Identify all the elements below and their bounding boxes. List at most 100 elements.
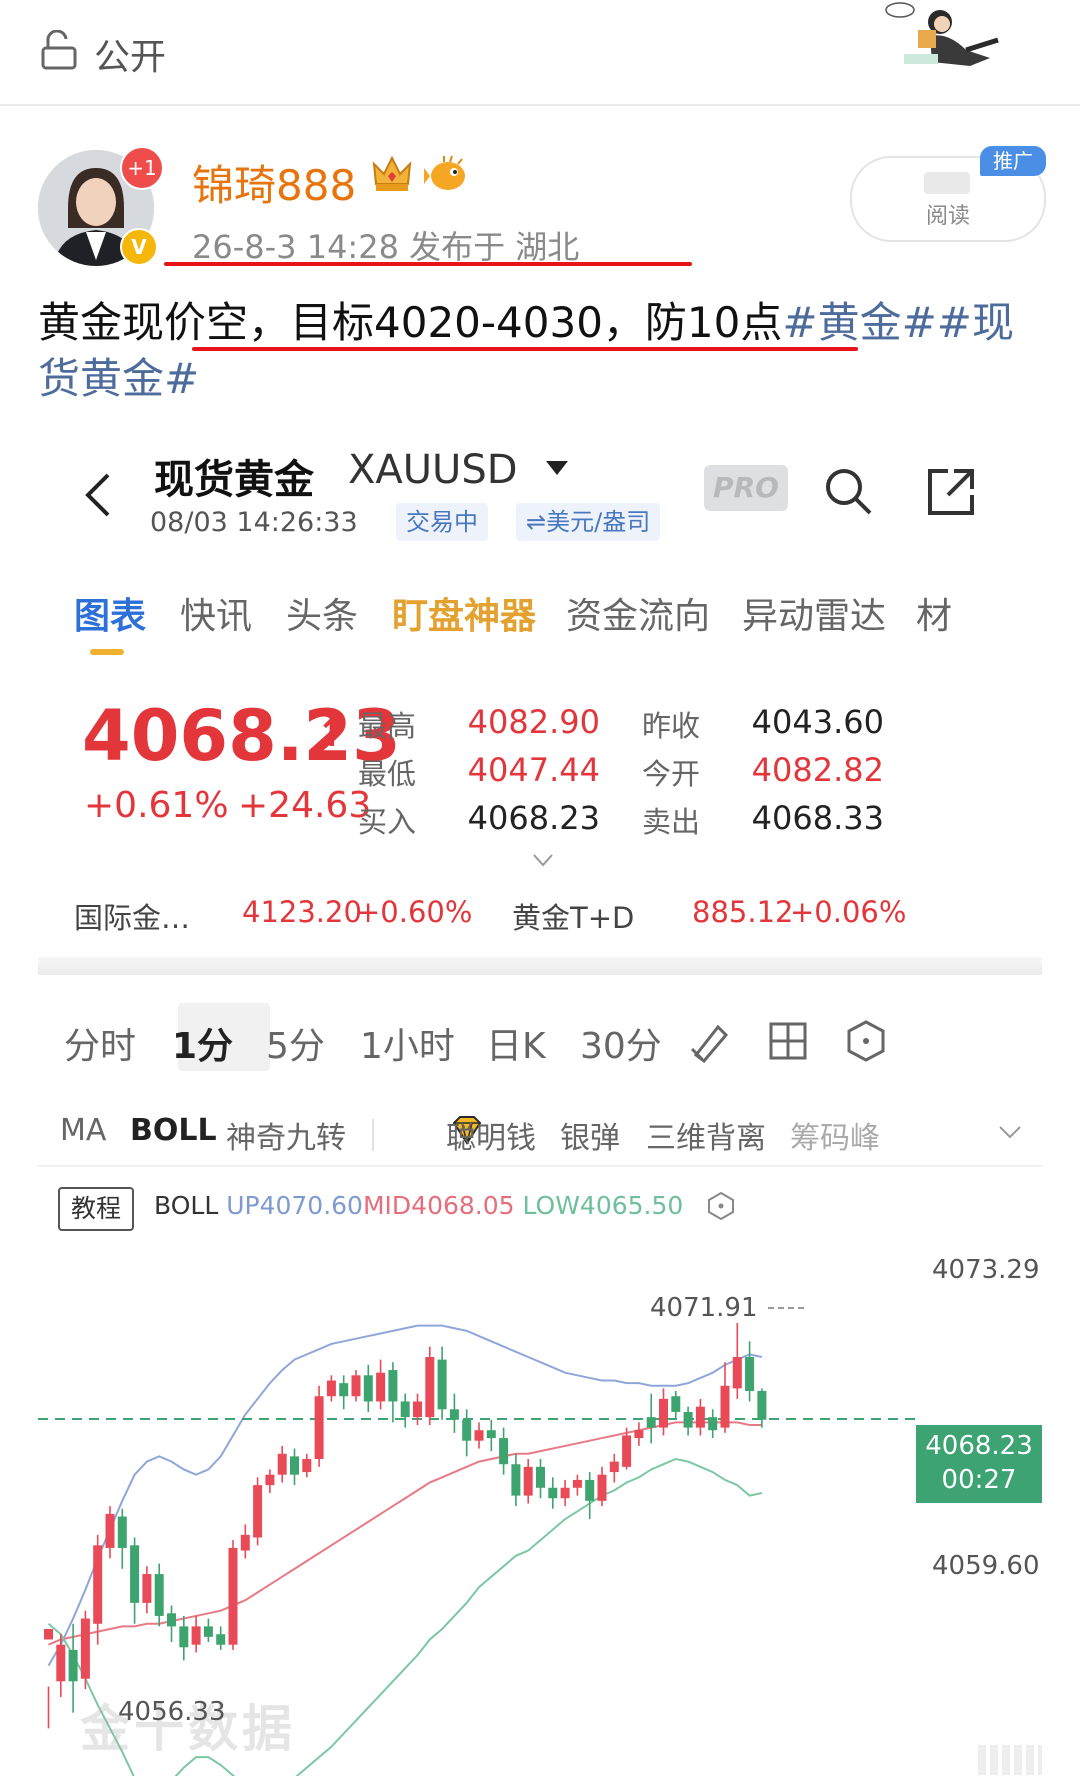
indicator-3d-divergence[interactable]: 三维背离 — [646, 1113, 766, 1157]
candle-body — [536, 1466, 545, 1488]
active-tab-indicator — [90, 649, 124, 655]
indicator-boll[interactable]: BOLL — [130, 1113, 217, 1148]
candle-body — [572, 1479, 582, 1488]
dropdown-caret-icon[interactable] — [546, 461, 568, 477]
layout-grid-icon[interactable] — [766, 1019, 810, 1063]
indicator-separator — [372, 1119, 374, 1151]
pro-badge[interactable]: PRO — [704, 465, 788, 511]
candle-body — [560, 1487, 570, 1499]
indicator-divider — [38, 1165, 1042, 1167]
search-icon[interactable] — [822, 465, 874, 517]
post-body: 黄金现价空，目标4020-4030，防10点#黄金##现货黄金# — [38, 295, 1048, 407]
period-30min[interactable]: 30分 — [580, 1017, 662, 1069]
candle-body — [240, 1534, 250, 1551]
candle-body — [216, 1634, 226, 1645]
candle-body — [290, 1456, 299, 1475]
indicator-silver-bullet[interactable]: 银弹 — [560, 1113, 620, 1157]
candle-body — [68, 1649, 78, 1682]
price-tag-countdown: 00:27 — [941, 1465, 1017, 1495]
arrow-up-icon: ↑ — [316, 711, 348, 755]
settings-hexagon-icon[interactable] — [844, 1019, 888, 1063]
tab-watch-tool[interactable]: 盯盘神器 — [392, 587, 536, 639]
verified-badge: V — [120, 228, 158, 266]
y-axis-label-bottom: 4059.60 — [932, 1551, 1040, 1581]
red-underline-text — [192, 347, 858, 351]
draw-pen-icon[interactable] — [688, 1019, 732, 1063]
crown-icon — [372, 155, 412, 191]
candle-body — [659, 1398, 668, 1428]
candle-body — [56, 1644, 66, 1682]
candle-body — [80, 1618, 90, 1679]
boll-name: BOLL — [154, 1191, 219, 1220]
candle-body — [277, 1453, 287, 1475]
prev-close-label: 昨收 — [642, 709, 701, 743]
candle-body — [44, 1629, 53, 1640]
intl-gold-label[interactable]: 国际金… — [74, 895, 190, 937]
candle-body — [339, 1383, 349, 1397]
candle-body — [363, 1375, 373, 1402]
tab-capital-flow[interactable]: 资金流向 — [566, 587, 710, 639]
candle-body — [376, 1372, 386, 1402]
back-arrow-icon[interactable] — [82, 471, 112, 519]
candle-body — [449, 1409, 459, 1420]
visibility-label[interactable]: 公开 — [94, 28, 166, 80]
candle-body — [179, 1626, 189, 1648]
tab-headlines[interactable]: 头条 — [286, 587, 358, 639]
open-value: 4082.82 — [751, 751, 884, 789]
chevron-down-icon[interactable] — [998, 1125, 1022, 1139]
indicator-chip-peak[interactable]: 筹码峰 — [790, 1113, 880, 1157]
candle-body — [117, 1516, 127, 1548]
tab-chart[interactable]: 图表 — [74, 587, 146, 639]
td-gold-label[interactable]: 黄金T+D — [512, 895, 634, 937]
candle-body — [720, 1385, 730, 1428]
intl-gold-pct: +0.60% — [356, 895, 473, 929]
unit-chip[interactable]: ⇌美元/盎司 — [516, 503, 661, 541]
candle-body — [203, 1626, 213, 1637]
quote-timestamp: 08/03 14:26:33 — [150, 507, 358, 538]
candle-body — [634, 1430, 644, 1439]
candle-body — [351, 1375, 361, 1397]
indicator-smart-money[interactable]: 聪明钱 — [446, 1113, 536, 1157]
intl-gold-price: 4123.20 — [242, 895, 362, 929]
candle-body — [609, 1461, 619, 1473]
instrument-code[interactable]: XAUUSD — [348, 447, 518, 493]
username[interactable]: 锦琦888 — [192, 152, 356, 213]
hashtag-gold[interactable]: #黄金# — [782, 298, 936, 347]
tab-news-flash[interactable]: 快讯 — [180, 587, 252, 639]
candle-body — [413, 1401, 422, 1418]
ask-label: 卖出 — [642, 805, 701, 839]
embedded-trading-screenshot[interactable]: 现货黄金 XAUUSD 08/03 14:26:33 交易中 ⇌美元/盎司 PR… — [38, 425, 1042, 1776]
high-label: 最高 — [358, 709, 417, 743]
pufferfish-icon — [424, 155, 465, 190]
tab-more[interactable]: 材 — [916, 587, 952, 639]
indicator-ma[interactable]: MA — [60, 1113, 106, 1148]
read-button-label: 阅读 — [925, 204, 970, 229]
high-marker-line — [768, 1307, 804, 1309]
period-daily[interactable]: 日K — [486, 1017, 546, 1069]
candle-body — [683, 1411, 693, 1428]
low-value: 4047.44 — [467, 751, 600, 789]
bid-value: 4068.23 — [467, 799, 600, 837]
candle-body — [462, 1419, 472, 1441]
change-percent: +0.61% — [84, 785, 229, 826]
boll-mid: MID4068.05 — [362, 1191, 515, 1220]
unlock-icon[interactable] — [40, 30, 78, 70]
candle-body — [167, 1613, 176, 1627]
period-5min[interactable]: 5分 — [266, 1017, 325, 1069]
candle-body — [400, 1401, 410, 1418]
share-icon[interactable] — [924, 465, 978, 519]
period-1hour[interactable]: 1小时 — [360, 1017, 455, 1069]
boll-settings-icon[interactable] — [706, 1191, 736, 1221]
candle-body — [105, 1513, 115, 1548]
low-label: 最低 — [358, 757, 417, 791]
candle-body — [585, 1479, 595, 1501]
td-gold-pct: +0.06% — [790, 895, 907, 929]
indicator-magic-nine[interactable]: 神奇九转 — [226, 1113, 346, 1157]
expand-chevron-icon[interactable] — [532, 853, 554, 867]
period-timeshare[interactable]: 分时 — [64, 1017, 136, 1069]
y-axis-label-top: 4073.29 — [932, 1255, 1040, 1285]
tab-anomaly-radar[interactable]: 异动雷达 — [742, 587, 886, 639]
period-1min[interactable]: 1分 — [172, 1017, 233, 1069]
candle-body — [388, 1370, 398, 1402]
prev-close-value: 4043.60 — [751, 703, 884, 741]
